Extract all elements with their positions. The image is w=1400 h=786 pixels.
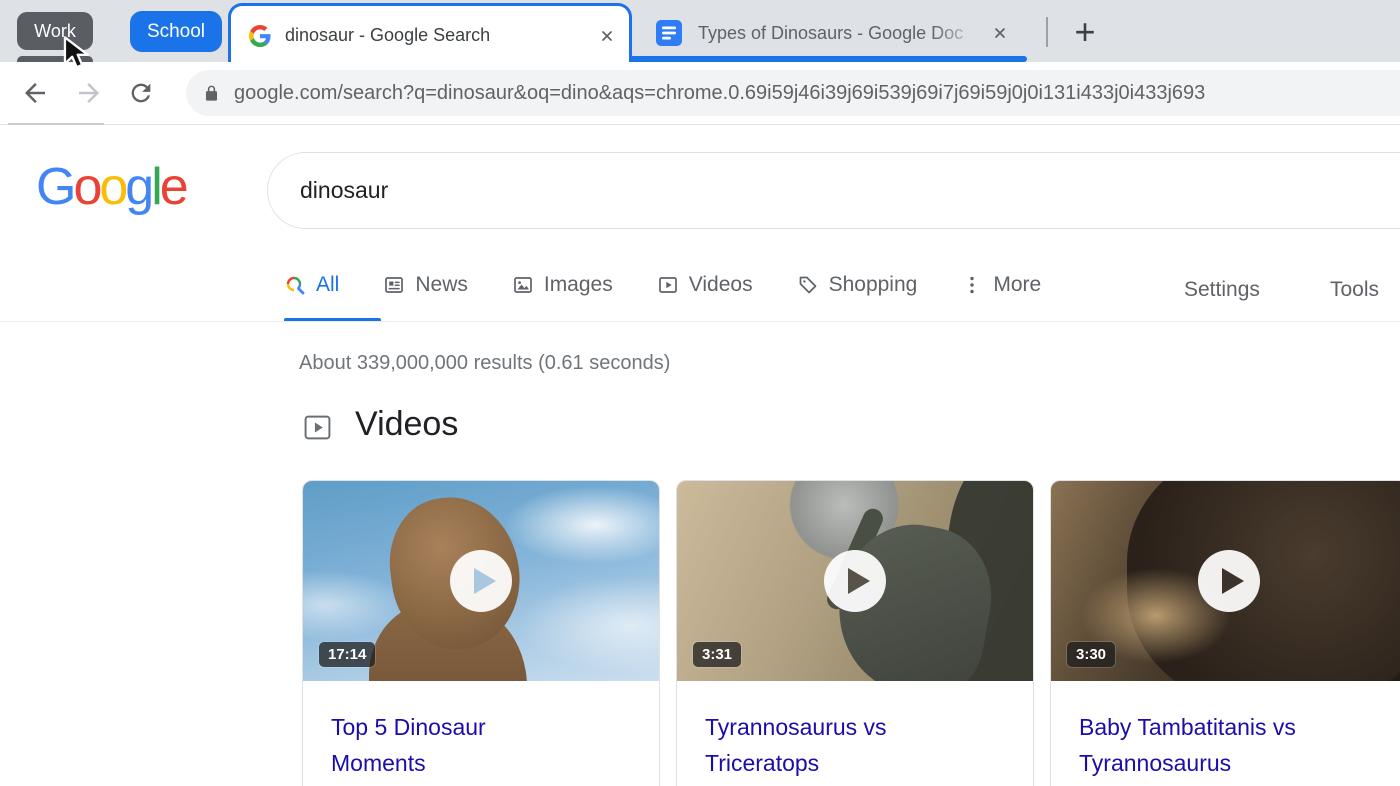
tab-group-school-label: School <box>147 21 205 43</box>
logo-letter: G <box>36 158 73 216</box>
tab-all[interactable]: All <box>284 273 339 297</box>
video-thumbnail[interactable]: 3:31 <box>677 481 1033 681</box>
tab-group-work-chip[interactable]: Work <box>17 12 93 50</box>
video-title-link[interactable]: Baby Tambatitanis vs Tyrannosaurus <box>1079 709 1314 781</box>
settings-label: Settings <box>1184 278 1260 301</box>
tab-all-label: All <box>316 273 339 297</box>
video-duration-badge: 3:31 <box>693 642 741 667</box>
tab-dinosaur-search[interactable]: dinosaur - Google Search <box>228 3 632 62</box>
tab-images-label: Images <box>544 273 613 297</box>
settings-menu[interactable]: Settings <box>1184 278 1260 302</box>
tab-types-of-dinosaurs[interactable]: Types of Dinosaurs - Google Doc <box>640 8 1036 58</box>
videos-section-heading: Videos <box>355 405 458 444</box>
tab-more[interactable]: More <box>961 273 1041 297</box>
tab-title: Types of Dinosaurs - Google Doc <box>698 23 963 43</box>
tab-images[interactable]: Images <box>512 273 613 297</box>
videos-section-icon <box>303 413 332 442</box>
browser-toolbar: google.com/search?q=dinosaur&oq=dino&aqs… <box>0 62 1400 125</box>
logo-letter: o <box>73 158 99 216</box>
tab-group-work-label: Work <box>34 21 76 42</box>
url-text: google.com/search?q=dinosaur&oq=dino&aqs… <box>234 82 1205 105</box>
video-thumbnail[interactable]: 17:14 <box>303 481 659 681</box>
google-logo[interactable]: Google <box>36 157 186 217</box>
tab-news-label: News <box>415 273 468 297</box>
tab-strip: Work School dinosaur - Google Search <box>0 0 1400 62</box>
result-type-tabs: All News Images <box>284 273 1041 297</box>
video-card: 17:14 Top 5 Dinosaur Moments <box>302 480 660 786</box>
tab-shopping-label: Shopping <box>829 273 918 297</box>
forward-button[interactable] <box>72 76 106 110</box>
video-duration-badge: 3:30 <box>1067 642 1115 667</box>
images-icon <box>512 274 534 296</box>
nav-divider <box>0 321 1400 322</box>
logo-letter: g <box>125 158 151 216</box>
video-duration-badge: 17:14 <box>319 642 375 667</box>
play-button-icon[interactable] <box>450 550 512 612</box>
title-fade <box>932 23 990 44</box>
search-query-text: dinosaur <box>300 177 388 204</box>
video-card: 3:31 Tyrannosaurus vs Triceratops <box>676 480 1034 786</box>
logo-letter: l <box>151 158 160 216</box>
tab-title: dinosaur - Google Search <box>285 25 597 46</box>
tab-close-icon[interactable] <box>990 23 1010 43</box>
search-input[interactable]: dinosaur <box>267 152 1400 229</box>
new-tab-button[interactable]: + <box>1062 11 1108 53</box>
tools-label: Tools <box>1330 278 1379 301</box>
reload-button[interactable] <box>124 76 158 110</box>
google-g-favicon-icon <box>249 25 271 47</box>
video-card: 3:30 Baby Tambatitanis vs Tyrannosaurus <box>1050 480 1400 786</box>
page-viewport: Google dinosaur All <box>0 125 1400 786</box>
back-button[interactable] <box>18 76 52 110</box>
video-title-link[interactable]: Top 5 Dinosaur Moments <box>331 709 566 781</box>
tab-close-icon[interactable] <box>597 26 617 46</box>
result-stats: About 339,000,000 results (0.61 seconds) <box>299 352 670 375</box>
google-docs-icon <box>656 20 682 46</box>
video-thumbnail[interactable]: 3:30 <box>1051 481 1400 681</box>
tab-videos[interactable]: Videos <box>657 273 753 297</box>
play-button-icon[interactable] <box>824 550 886 612</box>
more-dots-icon <box>961 274 983 296</box>
plus-icon: + <box>1074 11 1095 53</box>
tab-news[interactable]: News <box>383 273 468 297</box>
lock-icon[interactable] <box>202 84 221 103</box>
address-bar[interactable]: google.com/search?q=dinosaur&oq=dino&aqs… <box>186 70 1400 116</box>
tab-title-wrap: Types of Dinosaurs - Google Doc <box>698 23 990 44</box>
video-title-link[interactable]: Tyrannosaurus vs Triceratops <box>705 709 940 781</box>
search-icon <box>284 274 306 296</box>
tools-menu[interactable]: Tools <box>1330 278 1379 302</box>
videos-icon <box>657 274 679 296</box>
logo-letter: e <box>160 158 186 216</box>
tab-group-school-chip[interactable]: School <box>130 11 222 52</box>
logo-letter: o <box>99 158 125 216</box>
shopping-tag-icon <box>797 274 819 296</box>
news-icon <box>383 274 405 296</box>
tabstrip-divider <box>1046 17 1048 47</box>
play-button-icon[interactable] <box>1198 550 1260 612</box>
tab-more-label: More <box>993 273 1041 297</box>
tab-videos-label: Videos <box>689 273 753 297</box>
tab-shopping[interactable]: Shopping <box>797 273 918 297</box>
browser-window: Work School dinosaur - Google Search <box>0 0 1400 786</box>
